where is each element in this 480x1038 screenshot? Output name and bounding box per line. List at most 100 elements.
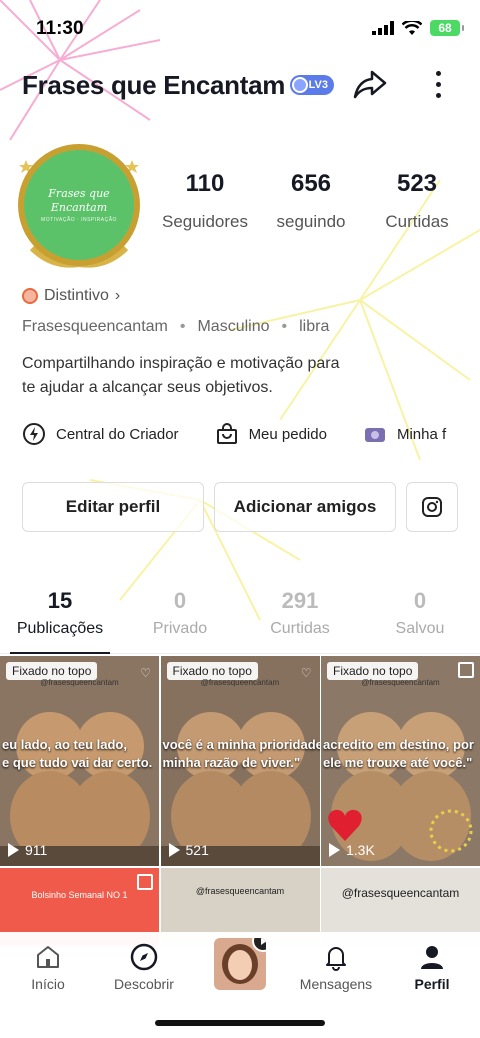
more-dot <box>435 92 441 98</box>
my-playlist-link[interactable]: Minha f <box>363 422 446 446</box>
play-icon <box>329 843 340 857</box>
badge-icon <box>22 288 38 304</box>
nav-label: Início <box>31 976 65 992</box>
stat-label: Curtidas <box>385 212 449 231</box>
bio-line: te ajudar a alcançar seus objetivos. <box>22 379 273 396</box>
quick-link-label: Minha f <box>396 425 447 443</box>
profile-meta: Frasesqueencantam • Masculino • libra <box>22 318 329 336</box>
profile-avatar[interactable]: Frases que Encantam MOTIVAÇÃO · INSPIRAÇ… <box>12 138 146 272</box>
stat-likes[interactable]: 523 Curtidas <box>364 170 470 232</box>
bio-line: Compartilhando inspiração e motivação pa… <box>22 355 340 372</box>
lightning-icon <box>22 422 46 446</box>
my-orders-link[interactable]: Meu pedido <box>215 422 327 446</box>
profile-header: Frases que Encantam LV3 <box>0 62 480 108</box>
photo-icon <box>458 662 474 678</box>
avatar-title: Frases que Encantam <box>48 187 110 214</box>
post-thumbnail[interactable]: Fixado no topo ♡ @frasesqueencantam eu l… <box>0 656 159 866</box>
tab-label: Privado <box>152 620 208 637</box>
gender: Masculino <box>197 318 270 335</box>
post-handle: @frasesqueencantam <box>195 886 285 896</box>
tab-likes[interactable]: 291 Curtidas <box>240 588 360 653</box>
post-handle: @frasesqueencantam <box>200 678 280 687</box>
share-arrow-icon <box>353 70 387 99</box>
tab-saved[interactable]: 0 Salvou <box>360 588 480 653</box>
view-count: 1.3K <box>346 842 375 858</box>
compass-icon <box>129 942 159 972</box>
post-views: 911 <box>8 842 47 858</box>
quick-link-label: Central do Criador <box>56 425 179 443</box>
person-icon <box>417 942 447 972</box>
add-friends-button[interactable]: Adicionar amigos <box>214 482 396 532</box>
zodiac-sign: libra <box>299 318 330 335</box>
badge-link[interactable]: Distintivo › <box>22 287 120 305</box>
stat-label: Seguidores <box>161 212 248 231</box>
stat-following[interactable]: 656 seguindo <box>258 170 364 232</box>
post-handle: @frasesqueencantam <box>40 678 119 687</box>
tab-publications[interactable]: 15 Publicações <box>0 588 120 654</box>
username: Frasesqueencantam <box>22 318 168 335</box>
bottom-navigation: Início Descobrir Mensagens Perfil <box>0 932 480 1038</box>
tab-count: 291 <box>281 588 319 613</box>
home-indicator <box>155 1020 325 1026</box>
play-badge-icon <box>252 938 266 952</box>
posts-grid: Fixado no topo ♡ @frasesqueencantam eu l… <box>0 656 480 946</box>
create-icon <box>214 938 266 990</box>
tab-label: Publicações <box>16 620 104 637</box>
more-options-button[interactable] <box>426 66 450 102</box>
instagram-icon <box>422 497 442 517</box>
signal-icon <box>372 21 394 35</box>
create-thumb-face <box>228 950 252 980</box>
level-badge[interactable]: LV3 <box>290 75 334 95</box>
status-icons: 68 <box>372 20 464 36</box>
tab-label: Curtidas <box>270 620 330 637</box>
meta-separator: • <box>179 318 186 335</box>
quick-link-label: Meu pedido <box>248 425 327 443</box>
stat-followers[interactable]: 110 Seguidores <box>152 170 258 232</box>
share-button[interactable] <box>352 66 388 102</box>
nav-home[interactable]: Início <box>0 932 96 1004</box>
edit-profile-button[interactable]: Editar perfil <box>22 482 204 532</box>
view-count: 911 <box>25 842 48 858</box>
play-icon <box>8 843 19 857</box>
post-caption: eu lado, ao teu lado, e que tudo vai dar… <box>2 737 153 771</box>
tab-private[interactable]: 0 Privado <box>120 588 240 653</box>
post-text: Bolsinho Semanal NO 1 <box>31 890 128 900</box>
more-dot <box>435 70 441 76</box>
nav-messages[interactable]: Mensagens <box>288 932 384 1004</box>
stat-value: 523 <box>396 170 438 197</box>
nav-create[interactable] <box>192 932 288 1004</box>
post-handle: @frasesqueencantam <box>341 886 460 900</box>
creator-center-link[interactable]: Central do Criador <box>22 422 179 446</box>
content-tabs: 15 Publicações 0 Privado 291 Curtidas 0 … <box>0 588 480 654</box>
nav-discover[interactable]: Descobrir <box>96 932 192 1004</box>
post-caption: você é a minha prioridade minha razão de… <box>162 737 320 771</box>
tab-count: 15 <box>47 588 73 613</box>
post-thumbnail[interactable]: Fixado no topo @frasesqueencantam acredi… <box>321 656 480 866</box>
post-caption: acredito em destino, por ele me trouxe a… <box>323 737 474 771</box>
status-bar: 11:30 68 <box>0 0 480 54</box>
stat-label: seguindo <box>276 212 346 231</box>
shopping-bag-icon <box>215 422 239 446</box>
stat-value: 656 <box>290 170 332 197</box>
profile-name: Frases que Encantam <box>22 70 286 100</box>
status-time: 11:30 <box>36 18 84 39</box>
avatar-subtitle: MOTIVAÇÃO · INSPIRAÇÃO <box>41 216 117 223</box>
photo-icon <box>137 874 153 890</box>
meta-separator: • <box>281 318 288 335</box>
image-thumb-icon <box>363 422 387 446</box>
tab-count: 0 <box>173 588 187 613</box>
nav-label: Perfil <box>414 976 450 992</box>
chevron-right-icon: › <box>114 287 121 304</box>
tab-count: 0 <box>413 588 427 613</box>
post-views: 521 <box>168 842 209 858</box>
play-icon <box>168 843 180 857</box>
post-thumbnail[interactable]: Fixado no topo ♡ @frasesqueencantam você… <box>160 656 320 866</box>
bell-icon <box>321 942 351 972</box>
avatar-ring: Frases que Encantam MOTIVAÇÃO · INSPIRAÇ… <box>18 144 140 266</box>
post-views: 1.3K <box>329 842 375 858</box>
level-dot-icon <box>292 77 308 93</box>
profile-actions: Editar perfil Adicionar amigos <box>22 482 458 532</box>
tab-label: Salvou <box>395 620 445 637</box>
nav-profile[interactable]: Perfil <box>384 932 480 1004</box>
instagram-button[interactable] <box>406 482 458 532</box>
